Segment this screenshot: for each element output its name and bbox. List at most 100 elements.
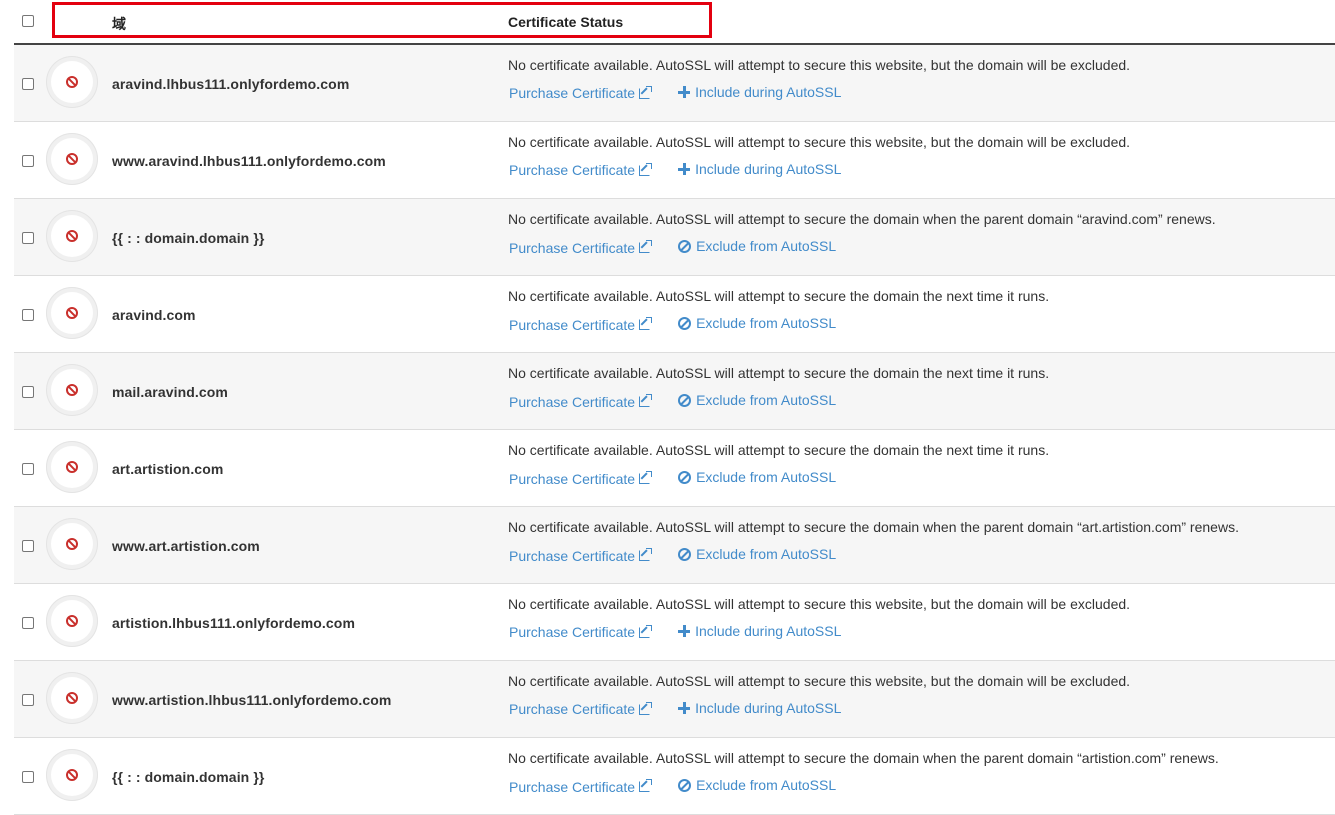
purchase-certificate-label: Purchase Certificate bbox=[509, 393, 636, 410]
column-header-domain[interactable]: 域 bbox=[112, 14, 126, 34]
column-header-certificate-status[interactable]: Certificate Status bbox=[508, 14, 623, 30]
external-link-icon bbox=[639, 85, 653, 99]
certificate-status-message: No certificate available. AutoSSL will a… bbox=[508, 519, 1239, 535]
purchase-certificate-link[interactable]: Purchase Certificate bbox=[509, 85, 653, 101]
row-actions: Purchase Certificate Include during AutoS… bbox=[509, 84, 841, 101]
ban-icon bbox=[66, 692, 78, 704]
include-autossl-link[interactable]: Include during AutoSSL bbox=[678, 84, 841, 100]
purchase-certificate-label: Purchase Certificate bbox=[509, 547, 636, 564]
table-row: {{ : : domain.domain }} No certificate av… bbox=[14, 199, 1335, 276]
row-checkbox[interactable] bbox=[22, 463, 34, 475]
purchase-certificate-label: Purchase Certificate bbox=[509, 624, 636, 640]
row-actions: Purchase Certificate Exclude from AutoSSL bbox=[509, 469, 836, 487]
exclude-icon bbox=[678, 316, 692, 330]
purchase-certificate-link[interactable]: Purchase Certificate bbox=[509, 701, 653, 717]
row-checkbox[interactable] bbox=[22, 694, 34, 706]
purchase-certificate-link[interactable]: Purchase Certificate bbox=[509, 624, 653, 640]
domains-table: 域 Certificate Status aravind.lhbus111.on… bbox=[14, 0, 1335, 815]
status-indicator bbox=[46, 210, 98, 262]
purchase-certificate-label: Purchase Certificate bbox=[509, 701, 636, 717]
row-actions: Purchase Certificate Exclude from AutoSSL bbox=[509, 238, 836, 256]
autossl-action-label: Include during AutoSSL bbox=[695, 700, 842, 716]
row-actions: Purchase Certificate Exclude from AutoSSL bbox=[509, 392, 836, 410]
table-row: art.artistion.com No certificate availabl… bbox=[14, 430, 1335, 507]
external-link-icon bbox=[639, 394, 653, 407]
status-indicator bbox=[46, 749, 98, 801]
ban-icon bbox=[66, 230, 78, 242]
certificate-status-message: No certificate available. AutoSSL will a… bbox=[508, 596, 1131, 612]
domain-name: art.artistion.com bbox=[112, 461, 224, 477]
row-actions: Purchase Certificate Exclude from AutoSSL bbox=[509, 777, 836, 795]
purchase-certificate-label: Purchase Certificate bbox=[509, 470, 636, 487]
domain-name: {{ : : domain.domain }} bbox=[112, 769, 265, 785]
row-checkbox[interactable] bbox=[22, 78, 34, 90]
certificate-status-message: No certificate available. AutoSSL will a… bbox=[508, 134, 1131, 150]
row-checkbox[interactable] bbox=[22, 617, 34, 629]
autossl-action-label: Exclude from AutoSSL bbox=[696, 238, 837, 254]
table-row: www.art.artistion.com No certificate avai… bbox=[14, 507, 1335, 584]
purchase-certificate-link[interactable]: Purchase Certificate bbox=[509, 547, 653, 564]
exclude-autossl-link[interactable]: Exclude from AutoSSL bbox=[678, 469, 836, 485]
exclude-autossl-link[interactable]: Exclude from AutoSSL bbox=[678, 392, 836, 408]
certificate-status-message: No certificate available. AutoSSL will a… bbox=[508, 750, 1219, 766]
row-actions: Purchase Certificate Include during AutoS… bbox=[509, 700, 841, 717]
plus-icon bbox=[678, 86, 691, 98]
row-actions: Purchase Certificate Include during AutoS… bbox=[509, 161, 841, 178]
external-link-icon bbox=[639, 240, 653, 253]
autossl-action-label: Include during AutoSSL bbox=[695, 84, 842, 100]
status-indicator bbox=[46, 364, 98, 416]
status-indicator bbox=[46, 518, 98, 570]
purchase-certificate-link[interactable]: Purchase Certificate bbox=[509, 779, 653, 795]
exclude-autossl-link[interactable]: Exclude from AutoSSL bbox=[678, 315, 836, 331]
purchase-certificate-link[interactable]: Purchase Certificate bbox=[509, 317, 653, 333]
purchase-certificate-label: Purchase Certificate bbox=[509, 162, 636, 178]
ban-icon bbox=[66, 384, 78, 396]
row-actions: Purchase Certificate Include during AutoS… bbox=[509, 623, 841, 640]
row-checkbox[interactable] bbox=[22, 540, 34, 552]
exclude-icon bbox=[678, 470, 692, 484]
ban-icon bbox=[66, 538, 78, 550]
table-body: aravind.lhbus111.onlyfordemo.com No certi… bbox=[14, 45, 1335, 815]
status-indicator bbox=[46, 672, 98, 724]
external-link-icon bbox=[639, 779, 653, 792]
row-checkbox[interactable] bbox=[22, 232, 34, 244]
table-row: www.artistion.lhbus111.onlyfordemo.com No… bbox=[14, 661, 1335, 738]
certificate-status-message: No certificate available. AutoSSL will a… bbox=[508, 442, 1050, 458]
table-row: mail.aravind.com No certificate available… bbox=[14, 353, 1335, 430]
domain-name: www.artistion.lhbus111.onlyfordemo.com bbox=[112, 692, 392, 708]
row-checkbox[interactable] bbox=[22, 155, 34, 167]
row-checkbox[interactable] bbox=[22, 386, 34, 398]
certificate-status-message: No certificate available. AutoSSL will a… bbox=[508, 57, 1131, 73]
table-row: {{ : : domain.domain }} No certificate av… bbox=[14, 738, 1335, 815]
external-link-icon bbox=[639, 471, 653, 484]
ban-icon bbox=[66, 307, 78, 319]
purchase-certificate-link[interactable]: Purchase Certificate bbox=[509, 393, 653, 410]
ban-icon bbox=[66, 461, 78, 473]
ban-icon bbox=[66, 769, 78, 781]
purchase-certificate-link[interactable]: Purchase Certificate bbox=[509, 162, 653, 178]
domain-name: artistion.lhbus111.onlyfordemo.com bbox=[112, 615, 356, 631]
purchase-certificate-link[interactable]: Purchase Certificate bbox=[509, 470, 653, 487]
exclude-autossl-link[interactable]: Exclude from AutoSSL bbox=[678, 777, 836, 793]
row-checkbox[interactable] bbox=[22, 771, 34, 783]
include-autossl-link[interactable]: Include during AutoSSL bbox=[678, 161, 841, 177]
certificate-status-message: No certificate available. AutoSSL will a… bbox=[508, 365, 1050, 381]
row-actions: Purchase Certificate Exclude from AutoSSL bbox=[509, 315, 836, 333]
purchase-certificate-link[interactable]: Purchase Certificate bbox=[509, 240, 653, 256]
plus-icon bbox=[678, 163, 691, 175]
select-all-checkbox[interactable] bbox=[22, 15, 34, 27]
autossl-action-label: Exclude from AutoSSL bbox=[696, 546, 837, 562]
ban-icon bbox=[66, 153, 78, 165]
exclude-autossl-link[interactable]: Exclude from AutoSSL bbox=[678, 546, 836, 562]
autossl-action-label: Exclude from AutoSSL bbox=[696, 315, 837, 331]
row-checkbox[interactable] bbox=[22, 309, 34, 321]
external-link-icon bbox=[639, 548, 653, 561]
external-link-icon bbox=[639, 317, 653, 330]
include-autossl-link[interactable]: Include during AutoSSL bbox=[678, 623, 841, 639]
include-autossl-link[interactable]: Include during AutoSSL bbox=[678, 700, 841, 716]
table-header: 域 Certificate Status bbox=[14, 0, 1335, 45]
exclude-autossl-link[interactable]: Exclude from AutoSSL bbox=[678, 238, 836, 254]
exclude-icon bbox=[678, 239, 692, 253]
certificate-status-message: No certificate available. AutoSSL will a… bbox=[508, 211, 1216, 227]
ban-icon bbox=[66, 615, 78, 627]
